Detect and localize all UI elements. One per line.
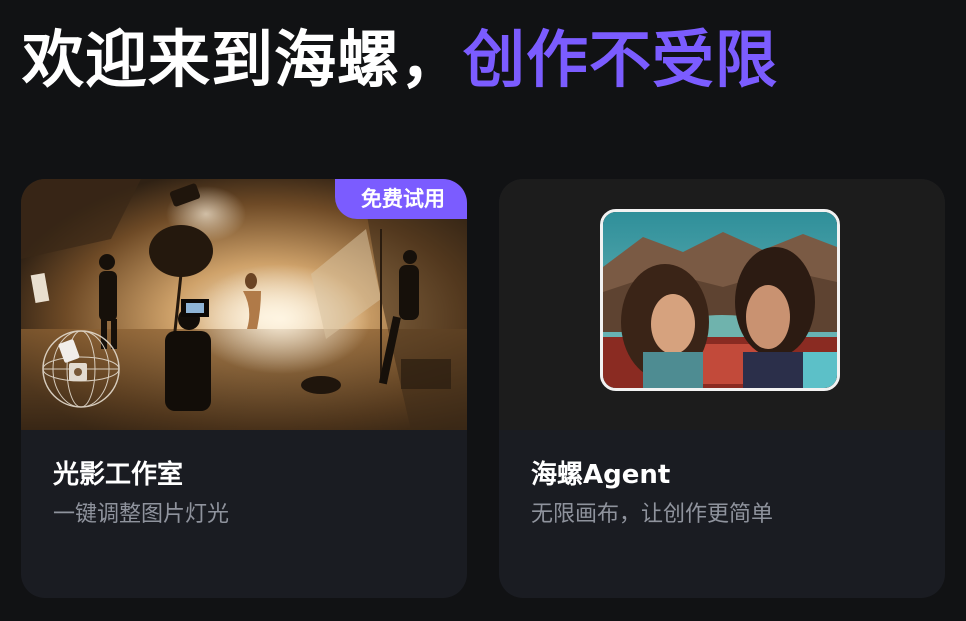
card-description: 无限画布，让创作更简单 — [531, 502, 774, 527]
hailuo-agent-thumbnail — [499, 179, 945, 430]
light-studio-thumbnail: 免费试用 — [21, 179, 467, 430]
page: 欢迎来到海螺，创作不受限 免费试用 光影工作室 一键调整图片灯光 海螺Agent… — [0, 0, 966, 621]
hailuo-agent-info: 海螺Agent 无限画布，让创作更简单 — [531, 458, 773, 530]
page-title: 欢迎来到海螺，创作不受限 — [22, 22, 778, 98]
page-title-main: 欢迎来到海螺， — [22, 23, 464, 96]
card-title: 海螺Agent — [531, 460, 671, 490]
canvas-frame — [600, 209, 840, 391]
hailuo-agent-card[interactable]: 海螺Agent 无限画布，让创作更简单 — [499, 179, 945, 598]
light-studio-info: 光影工作室 一键调整图片灯光 — [53, 458, 229, 530]
couple-in-car-illustration — [603, 212, 837, 388]
card-description: 一键调整图片灯光 — [53, 502, 230, 527]
free-trial-badge: 免费试用 — [335, 179, 467, 219]
card-title: 光影工作室 — [53, 460, 184, 490]
page-title-highlight: 创作不受限 — [463, 23, 779, 96]
light-studio-card[interactable]: 免费试用 光影工作室 一键调整图片灯光 — [21, 179, 467, 598]
